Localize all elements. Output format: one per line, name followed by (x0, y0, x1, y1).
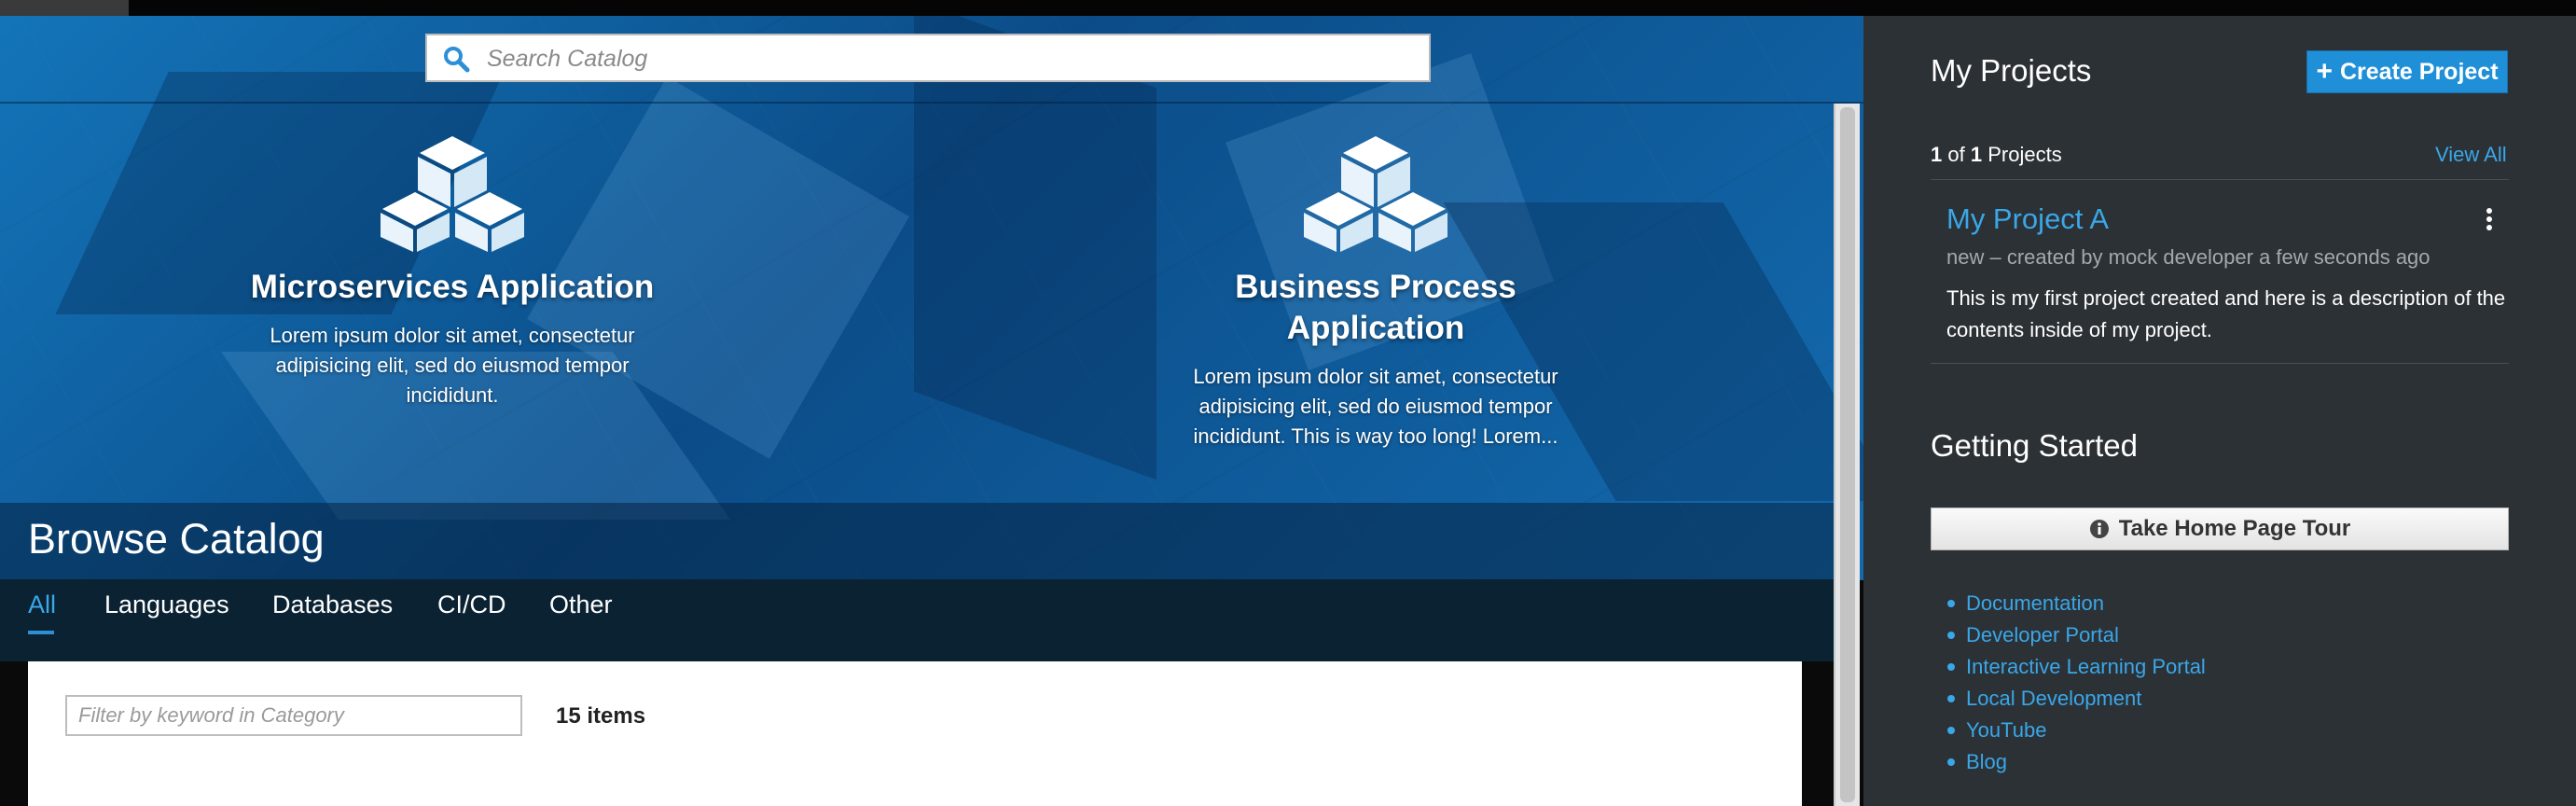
browse-catalog-title: Browse Catalog (28, 515, 325, 563)
search-icon (444, 47, 470, 73)
tab-other[interactable]: Other (549, 591, 613, 619)
catalog-search (425, 34, 1431, 82)
tab-all[interactable]: All (28, 591, 56, 619)
hero-banner: Microservices Application Lorem ipsum do… (0, 16, 1863, 580)
projects-count-of: of (1947, 143, 1965, 166)
view-all-link[interactable]: View All (2435, 143, 2507, 167)
project-meta: new – created by mock developer a few se… (1946, 245, 2431, 269)
cubes-icon (381, 136, 524, 252)
items-count: 15 items (556, 703, 646, 729)
kebab-menu-icon[interactable] (2485, 208, 2494, 232)
projects-count-suffix: Projects (1987, 143, 2062, 166)
link-interactive-learning-portal[interactable]: Interactive Learning Portal (1947, 651, 2206, 683)
cubes-icon (1304, 136, 1447, 252)
right-sidebar: My Projects + Create Project 1 of 1 Proj… (1863, 16, 2576, 806)
tab-databases[interactable]: Databases (272, 591, 393, 619)
active-tab-indicator (28, 631, 54, 634)
getting-started-title: Getting Started (1931, 428, 2138, 463)
category-filter-input[interactable] (65, 695, 522, 736)
getting-started-links: Documentation Developer Portal Interacti… (1947, 588, 2206, 778)
scrollbar-thumb[interactable] (1840, 107, 1855, 802)
project-description: This is my first project created and her… (1946, 286, 2506, 341)
my-projects-title: My Projects (1931, 53, 2092, 88)
hero-facet (914, 16, 1156, 480)
feature-title: Microservices Application (250, 269, 655, 305)
feature-title-line: Business Process (1235, 269, 1517, 305)
projects-count-current: 1 (1931, 143, 1943, 166)
divider (1931, 363, 2509, 364)
link-developer-portal[interactable]: Developer Portal (1947, 619, 2206, 651)
link-youtube[interactable]: YouTube (1947, 715, 2206, 746)
feature-microservices[interactable]: Microservices Application Lorem ipsum do… (233, 134, 672, 410)
main-scrollbar[interactable] (1834, 104, 1860, 806)
feature-description: Lorem ipsum dolor sit amet, consectetur … (270, 324, 635, 407)
feature-title: Business Process Application (1170, 267, 1581, 349)
main-area: Microservices Application Lorem ipsum do… (0, 16, 1863, 806)
tab-ci-cd[interactable]: CI/CD (437, 591, 506, 619)
link-local-development[interactable]: Local Development (1947, 683, 2206, 715)
plus-icon: + (2316, 56, 2333, 87)
feature-title-line: Application (1286, 310, 1465, 346)
info-circle-icon (2089, 520, 2109, 538)
projects-count: 1 of 1 Projects (1931, 143, 2062, 167)
projects-count-total: 1 (1970, 143, 1983, 166)
feature-description: Lorem ipsum dolor sit amet, consectetur … (1193, 365, 1558, 448)
hero-divider (0, 102, 1863, 104)
take-tour-label: Take Home Page Tour (2118, 516, 2351, 541)
divider (1931, 179, 2509, 180)
tab-languages[interactable]: Languages (104, 591, 229, 619)
link-documentation[interactable]: Documentation (1947, 588, 2206, 619)
create-project-button[interactable]: + Create Project (2306, 50, 2508, 93)
window-top-bar (0, 0, 2576, 16)
link-blog[interactable]: Blog (1947, 746, 2206, 778)
feature-business-process[interactable]: Business Process Application Lorem ipsum… (1170, 134, 1581, 452)
project-name-link[interactable]: My Project A (1946, 202, 2109, 236)
search-input[interactable] (485, 41, 1403, 76)
top-bar-stub (0, 0, 129, 16)
take-tour-button[interactable]: Take Home Page Tour (1931, 507, 2509, 550)
create-project-label: Create Project (2340, 58, 2499, 85)
